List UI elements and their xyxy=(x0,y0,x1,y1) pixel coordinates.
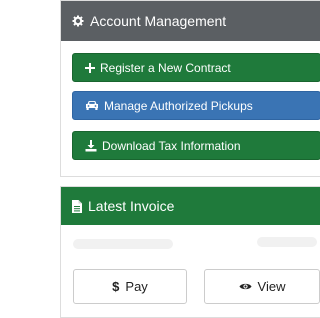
file-icon xyxy=(72,199,82,213)
account-management-title: Account Management xyxy=(90,13,227,29)
account-management-header: Account Management xyxy=(61,1,320,41)
download-tax-information-button[interactable]: Download Tax Information xyxy=(72,131,320,160)
eye-icon xyxy=(239,282,252,291)
plus-icon xyxy=(85,62,95,73)
account-management-panel: Account Management Register a New Contra… xyxy=(60,0,320,177)
manage-authorized-pickups-button[interactable]: Manage Authorized Pickups xyxy=(72,91,320,120)
register-contract-button[interactable]: Register a New Contract xyxy=(72,53,320,82)
invoice-amount-placeholder xyxy=(257,237,317,247)
pay-label: Pay xyxy=(125,279,148,294)
gear-icon xyxy=(72,15,84,27)
dollar-icon: $ xyxy=(112,279,120,294)
download-icon xyxy=(85,139,97,152)
invoice-detail-placeholder xyxy=(73,239,173,249)
manage-authorized-pickups-label: Manage Authorized Pickups xyxy=(104,98,253,113)
pay-button[interactable]: $ Pay xyxy=(73,269,187,304)
download-tax-information-label: Download Tax Information xyxy=(102,138,241,153)
latest-invoice-title: Latest Invoice xyxy=(88,198,175,214)
register-contract-label: Register a New Contract xyxy=(100,60,231,75)
latest-invoice-panel: Latest Invoice $ Pay View xyxy=(60,186,320,318)
view-button[interactable]: View xyxy=(204,269,320,304)
latest-invoice-header: Latest Invoice xyxy=(61,187,320,225)
car-icon xyxy=(85,100,99,111)
view-label: View xyxy=(257,279,286,294)
